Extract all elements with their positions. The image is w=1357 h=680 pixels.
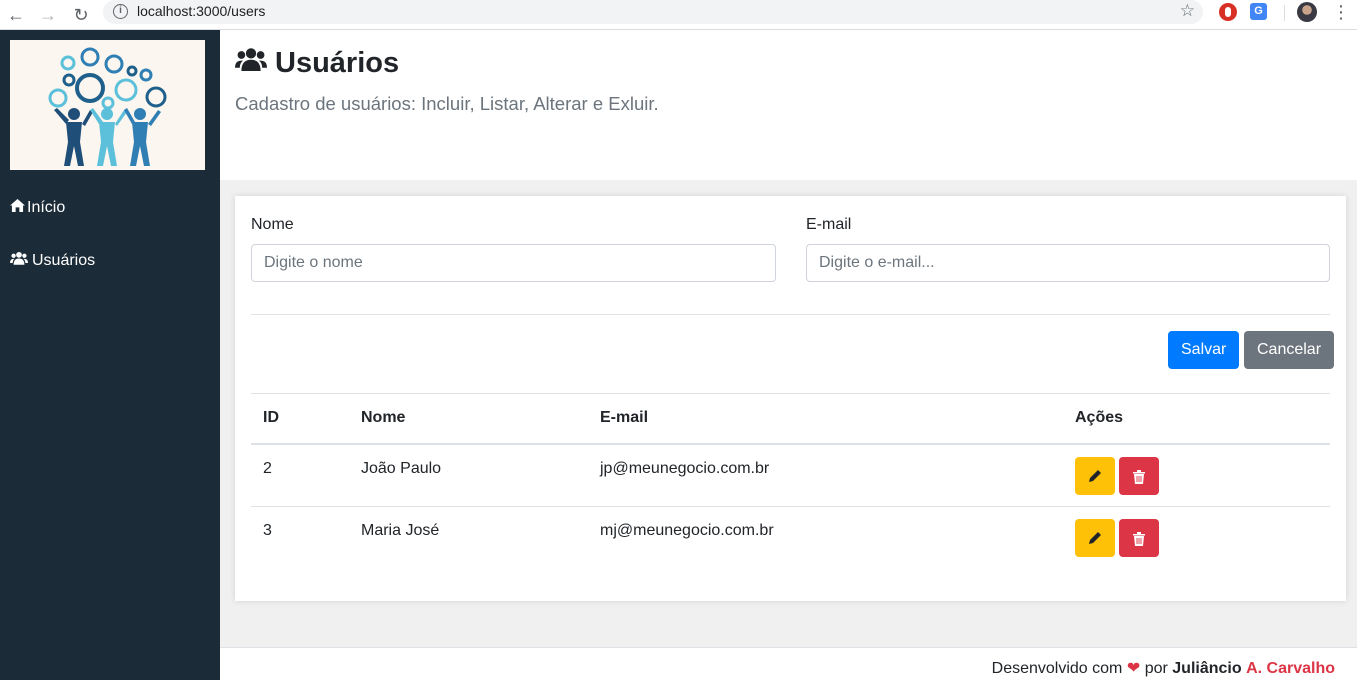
heart-icon: ❤	[1126, 660, 1141, 677]
column-header-nome: Nome	[349, 393, 588, 445]
footer-credits: Desenvolvido com ❤ por Juliâncio A. Carv…	[992, 658, 1335, 678]
footer-prefix: Desenvolvido com	[991, 660, 1123, 677]
back-arrow-icon[interactable]: ←	[4, 3, 28, 27]
adblock-extension-icon[interactable]	[1219, 3, 1237, 21]
cancel-button[interactable]: Cancelar	[1244, 331, 1335, 369]
divider	[251, 314, 1330, 315]
name-input[interactable]	[251, 244, 776, 282]
info-icon[interactable]: i	[113, 4, 128, 19]
cell-email: jp@meunegocio.com.br	[588, 443, 1063, 507]
users-table: ID Nome E-mail Ações 2 João Paulo jp@meu…	[251, 393, 1330, 570]
sidebar-item-label: Usuários	[32, 252, 96, 269]
page-header: Usuários Cadastro de usuários: Incluir, …	[220, 30, 1357, 180]
users-card: Nome E-mail Salvar Cancelar ID Nome E-ma…	[235, 196, 1346, 601]
trash-icon	[1133, 532, 1145, 546]
delete-button[interactable]	[1119, 519, 1159, 557]
cell-email: mj@meunegocio.com.br	[600, 522, 774, 539]
profile-avatar[interactable]	[1297, 2, 1317, 22]
table-row: 3 Maria José mj@meunegocio.com.br	[251, 507, 1330, 570]
cell-acoes	[1063, 507, 1330, 570]
sidebar-item-label: Início	[27, 199, 66, 216]
users-icon	[10, 249, 28, 273]
column-header-id: ID	[251, 393, 349, 445]
column-header-email: E-mail	[588, 393, 1063, 445]
cell-nome: Maria José	[361, 522, 440, 539]
page-subtitle: Cadastro de usuários: Incluir, Listar, A…	[235, 93, 659, 114]
reload-icon[interactable]: ↻	[69, 3, 93, 27]
name-label: Nome	[251, 216, 294, 233]
email-label: E-mail	[806, 216, 852, 233]
table-header-row: ID Nome E-mail Ações	[251, 393, 1330, 445]
cell-nome: João Paulo	[349, 443, 588, 507]
sidebar-item-usuarios[interactable]: Usuários	[10, 249, 95, 273]
footer: Desenvolvido com ❤ por Juliâncio A. Carv…	[220, 647, 1357, 680]
home-icon	[10, 196, 25, 220]
page-title-text: Usuários	[275, 46, 400, 79]
page-title: Usuários	[235, 46, 399, 80]
url-text: localhost:3000/users	[137, 3, 266, 19]
users-icon	[235, 46, 267, 80]
edit-button[interactable]	[1075, 456, 1115, 495]
pencil-icon	[1089, 469, 1101, 482]
table-row: 2 João Paulo jp@meunegocio.com.br	[251, 443, 1330, 507]
sidebar: Início Usuários	[0, 30, 220, 680]
trash-icon	[1133, 469, 1145, 484]
footer-middle: por	[1144, 660, 1168, 677]
cell-acoes	[1063, 443, 1330, 507]
more-menu-icon[interactable]: ⋮	[1332, 2, 1350, 22]
forward-arrow-icon[interactable]: →	[36, 3, 60, 27]
author-last-name: A. Carvalho	[1246, 660, 1335, 677]
translate-extension-icon[interactable]: G	[1250, 3, 1267, 20]
address-bar[interactable]: i localhost:3000/users ☆	[103, 0, 1203, 24]
logo	[10, 40, 205, 170]
sidebar-item-inicio[interactable]: Início	[10, 196, 65, 220]
browser-toolbar: ← → ↻ i localhost:3000/users ☆ G ⋮	[0, 0, 1357, 30]
delete-button[interactable]	[1119, 456, 1159, 495]
save-button[interactable]: Salvar	[1168, 331, 1240, 369]
edit-button[interactable]	[1075, 519, 1115, 557]
cell-id: 3	[263, 522, 272, 539]
column-header-acoes: Ações	[1063, 393, 1330, 445]
pencil-icon	[1089, 532, 1101, 544]
cell-id: 2	[251, 443, 349, 507]
author-first-name: Juliâncio	[1172, 660, 1242, 677]
toolbar-divider	[1284, 5, 1285, 21]
bookmark-star-icon[interactable]: ☆	[1180, 1, 1195, 21]
email-input[interactable]	[806, 244, 1330, 282]
